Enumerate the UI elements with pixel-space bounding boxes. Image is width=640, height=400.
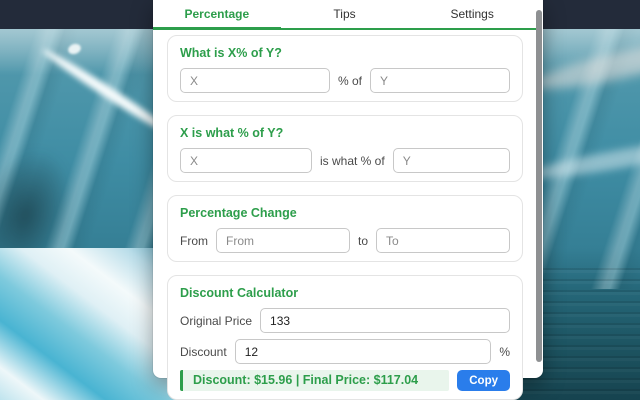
card-x-is-what-percent-of-y: X is what % of Y? is what % of (167, 115, 523, 182)
to-label: to (358, 233, 369, 248)
discount-label: Discount (180, 344, 227, 359)
card-discount-calculator: Discount Calculator Original Price Disco… (167, 275, 523, 400)
original-price-label: Original Price (180, 313, 253, 328)
x-is-what-x-input[interactable] (180, 148, 312, 173)
copy-button[interactable]: Copy (457, 370, 510, 391)
extension-popup: Percentage Tips Settings What is X% of Y… (153, 0, 543, 400)
discount-result-text: Discount: $15.96 | Final Price: $117.04 (180, 370, 450, 391)
discount-input[interactable] (234, 339, 492, 364)
x-is-what-row: is what % of (180, 148, 510, 173)
what-is-y-input[interactable] (370, 68, 510, 93)
change-to-input[interactable] (376, 228, 511, 253)
original-price-input[interactable] (260, 308, 510, 333)
tab-settings[interactable]: Settings (408, 0, 536, 28)
what-is-row: % of (180, 68, 510, 93)
section-title: Percentage Change (180, 206, 297, 220)
percent-of-label: % of (338, 73, 363, 88)
from-label: From (180, 233, 208, 248)
change-from-input[interactable] (216, 228, 350, 253)
card-percentage-change: Percentage Change From to (167, 195, 523, 262)
section-title: What is X% of Y? (180, 46, 282, 60)
is-what-percent-of-label: is what % of (320, 153, 385, 168)
x-is-what-y-input[interactable] (392, 148, 510, 173)
scrollbar-thumb[interactable] (536, 10, 542, 362)
tab-tips[interactable]: Tips (281, 0, 409, 28)
percentage-change-row: From to (180, 228, 511, 253)
percent-suffix: % (499, 344, 510, 359)
what-is-x-input[interactable] (180, 68, 330, 93)
tab-percentage[interactable]: Percentage (153, 0, 281, 30)
tab-bar: Percentage Tips Settings (153, 0, 536, 30)
original-price-row: Original Price (180, 308, 510, 333)
popup-content: What is X% of Y? % of X is what % of Y? … (153, 32, 536, 400)
section-title: X is what % of Y? (180, 126, 284, 140)
section-title: Discount Calculator (180, 286, 299, 300)
discount-result-row: Discount: $15.96 | Final Price: $117.04 … (180, 370, 510, 391)
card-what-is-x-percent-of-y: What is X% of Y? % of (167, 35, 523, 102)
discount-row: Discount % (180, 339, 510, 364)
